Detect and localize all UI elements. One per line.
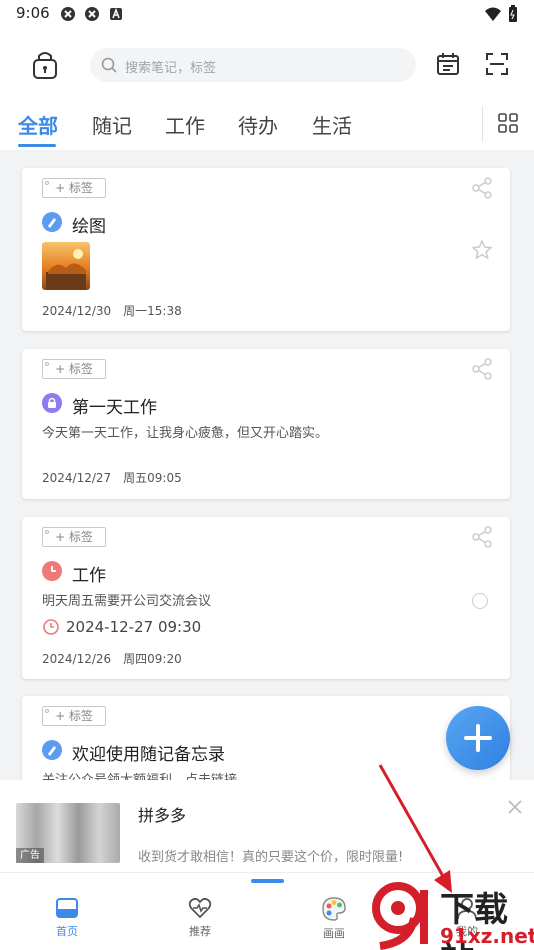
add-tag-button[interactable]: + 标签 [42, 178, 106, 198]
todo-checkbox[interactable] [472, 593, 488, 609]
note-body: 明天周五需要开公司交流会议 [42, 594, 212, 609]
nav-recommend-label: 推荐 [189, 925, 211, 938]
search-input[interactable]: 搜索笔记，标签 [90, 48, 416, 82]
clock-icon [42, 561, 62, 581]
watermark-logo [372, 882, 428, 950]
site-watermark: 下载站 91xz.net [366, 880, 534, 950]
top-bar: 搜索笔记，标签 [0, 40, 534, 92]
status-right [484, 5, 518, 23]
star-icon[interactable] [470, 238, 494, 262]
add-note-button[interactable] [446, 706, 510, 770]
tab-all[interactable]: 全部 [18, 110, 58, 139]
grid-view-button[interactable] [497, 112, 519, 134]
category-tabs: 全部 随记 工作 待办 生活 [0, 100, 534, 150]
note-body: 今天第一天工作，让我身心疲惫，但又开心踏实。 [42, 426, 329, 441]
reminder-time: 2024-12-27 09:30 [66, 618, 202, 636]
close-icon[interactable] [506, 798, 524, 816]
note-card[interactable]: + 标签 绘图 2024/12/30 周一15:38 [22, 168, 510, 331]
note-title: 绘图 [72, 217, 106, 237]
divider [482, 106, 483, 142]
note-image-thumbnail[interactable] [42, 242, 90, 290]
nav-draw-label: 画画 [323, 927, 345, 940]
active-tab-indicator [18, 144, 56, 147]
nav-draw[interactable]: 画画 [304, 895, 364, 941]
status-time: 9:06 [16, 4, 50, 22]
scan-button[interactable] [483, 50, 511, 78]
nav-home-label: 首页 [56, 925, 78, 938]
text-a-icon [108, 6, 124, 22]
note-card[interactable]: + 标签 工作 明天周五需要开公司交流会议 2024-12-27 09:30 2… [22, 517, 510, 679]
note-title: 欢迎使用随记备忘录 [72, 745, 225, 765]
note-date: 2024/12/26 周四09:20 [42, 652, 182, 666]
share-icon[interactable] [470, 525, 494, 549]
calendar-button[interactable] [434, 50, 462, 78]
search-placeholder: 搜索笔记，标签 [125, 61, 217, 76]
app-notification-icon [60, 6, 76, 22]
note-card[interactable]: + 标签 第一天工作 今天第一天工作，让我身心疲惫，但又开心踏实。 2024/1… [22, 349, 510, 499]
note-date: 2024/12/30 周一15:38 [42, 304, 182, 318]
privacy-lock-button[interactable] [28, 48, 62, 82]
ad-description: 收到货才敢相信！真的只要这个价，限时限量! [138, 850, 404, 865]
grid-icon [498, 113, 518, 133]
pen-icon [42, 740, 62, 760]
scan-icon [486, 53, 508, 75]
reminder: 2024-12-27 09:30 [42, 618, 201, 636]
app-notification-icon [84, 6, 100, 22]
heart-pulse-icon [188, 897, 212, 919]
home-icon [56, 898, 78, 918]
calendar-icon [437, 53, 459, 75]
nav-home[interactable]: 首页 [37, 895, 97, 939]
tab-life[interactable]: 生活 [312, 110, 352, 139]
palette-icon [322, 897, 346, 921]
ad-banner[interactable]: 广告 拼多多 收到货才敢相信！真的只要这个价，限时限量! [0, 780, 534, 872]
note-list: + 标签 绘图 2024/12/30 周一15:38 + 标签 第一天工作 今天… [0, 150, 534, 780]
status-bar: 9:06 [0, 0, 534, 28]
share-icon[interactable] [470, 357, 494, 381]
tab-todo[interactable]: 待办 [238, 110, 278, 139]
nav-handle [251, 879, 284, 883]
note-card[interactable]: + 标签 欢迎使用随记备忘录 关注公众号领大额福利，点击链接 [22, 696, 510, 780]
add-tag-button[interactable]: + 标签 [42, 706, 106, 726]
nav-recommend[interactable]: 推荐 [170, 895, 230, 939]
note-body: 关注公众号领大额福利，点击链接 [42, 770, 472, 780]
tab-work[interactable]: 工作 [165, 110, 205, 139]
watermark-url: 91xz.net [440, 924, 534, 948]
lock-icon [33, 52, 57, 79]
search-icon [101, 57, 117, 73]
add-tag-button[interactable]: + 标签 [42, 527, 106, 547]
pen-icon [42, 212, 62, 232]
note-title: 工作 [72, 566, 106, 586]
note-title: 第一天工作 [72, 398, 157, 418]
wifi-icon [485, 7, 501, 21]
notification-icons [60, 6, 124, 22]
ad-title: 拼多多 [138, 806, 187, 825]
battery-icon [509, 5, 517, 22]
note-date: 2024/12/27 周五09:05 [42, 471, 182, 485]
alarm-icon [43, 619, 59, 635]
share-icon[interactable] [470, 176, 494, 200]
lock-icon [42, 393, 62, 413]
ad-label: 广告 [16, 848, 44, 863]
tab-notes[interactable]: 随记 [92, 110, 132, 139]
add-tag-button[interactable]: + 标签 [42, 359, 106, 379]
